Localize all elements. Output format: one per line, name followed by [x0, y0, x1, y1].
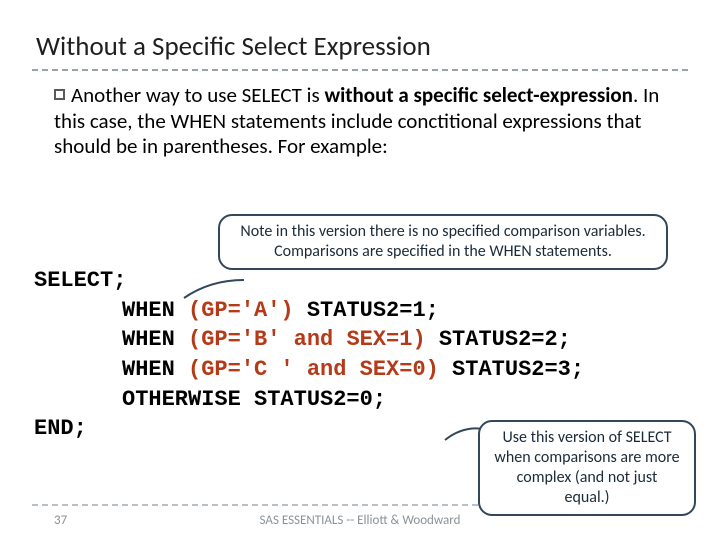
code-when3-paren: (GP='C ' and SEX=0)	[188, 357, 439, 382]
bullet-icon	[54, 89, 65, 100]
code-when-2: WHEN (GP='B' and SEX=1) STATUS2=2;	[34, 325, 584, 355]
callout-top-tail-icon	[182, 278, 244, 302]
code-when1-b: STATUS2=1;	[294, 298, 439, 323]
code-when-1: WHEN (GP='A') STATUS2=1;	[34, 296, 584, 326]
code-when-3: WHEN (GP='C ' and SEX=0) STATUS2=3;	[34, 355, 584, 385]
code-when2-b: STATUS2=2;	[426, 327, 571, 352]
code-otherwise: OTHERWISE STATUS2=0;	[34, 385, 584, 415]
slide-title: Without a Specific Select Expression	[32, 30, 688, 63]
slide-container: Without a Specific Select Expression Ano…	[0, 0, 720, 540]
code-when2-a: WHEN	[122, 327, 188, 352]
para-bold: without a specific select-expression	[324, 82, 633, 108]
title-divider	[32, 69, 688, 71]
code-block: SELECT; WHEN (GP='A') STATUS2=1; WHEN (G…	[34, 266, 584, 444]
code-when3-a: WHEN	[122, 357, 188, 382]
para-lead: Another way to use SELECT is	[71, 82, 324, 108]
callout-bottom: Use this version of SELECT when comparis…	[478, 420, 696, 516]
callout-top: Note in this version there is no specifi…	[218, 214, 668, 270]
code-when1-a: WHEN	[122, 298, 188, 323]
code-when3-b: STATUS2=3;	[439, 357, 584, 382]
body-paragraph: Another way to use SELECT is without a s…	[32, 83, 688, 160]
code-select: SELECT;	[34, 266, 584, 296]
code-when2-paren: (GP='B' and SEX=1)	[188, 327, 426, 352]
